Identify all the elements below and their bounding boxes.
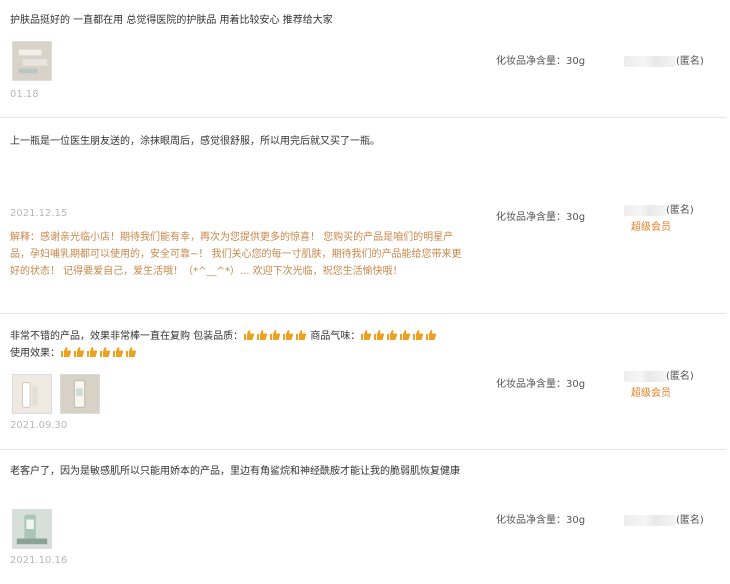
review-item: 老客户了，因为是敏感肌所以只能用娇本的产品，里边有角鲨烷和神经酰胺才能让我的脆弱… xyxy=(0,449,726,584)
thumbs-up-icon xyxy=(100,347,111,357)
review-date: 01.18 xyxy=(10,89,39,100)
packaging-rating xyxy=(243,329,307,341)
reviewer-name: (匿名) xyxy=(624,52,704,67)
review-photos xyxy=(12,41,52,81)
reviewer-name: (匿名) xyxy=(624,201,694,216)
thumbs-up-icon xyxy=(400,330,411,340)
review-text: 护肤品挺好的 一直都在用 总觉得医院的护肤品 用着比较安心 推荐给大家 xyxy=(10,15,333,26)
thumbs-up-icon xyxy=(87,347,98,357)
thumbs-up-icon xyxy=(374,330,385,340)
thumbs-up-icon xyxy=(387,330,398,340)
review-text: 非常不错的产品，效果非常棒一直在复购 包装品质： 商品气味： 使用效果： xyxy=(10,328,480,362)
review-date: 2021.12.15 xyxy=(10,208,68,219)
masked-username xyxy=(624,55,676,67)
masked-username xyxy=(624,514,676,526)
product-spec: 化妆品净含量：30g xyxy=(496,212,586,223)
review-photos xyxy=(12,509,52,549)
vip-badge: 超级会员 xyxy=(631,388,671,399)
masked-username xyxy=(624,204,666,216)
thumbs-up-icon xyxy=(296,330,307,340)
product-spec: 化妆品净含量：30g xyxy=(496,56,586,67)
review-text: 老客户了，因为是敏感肌所以只能用娇本的产品，里边有角鲨烷和神经酰胺才能让我的脆弱… xyxy=(10,466,460,477)
thumbs-up-icon xyxy=(244,330,255,340)
effect-rating xyxy=(60,346,137,358)
vip-badge: 超级会员 xyxy=(631,222,671,233)
thumbs-up-icon xyxy=(113,347,124,357)
thumbs-up-icon xyxy=(426,330,437,340)
thumbs-up-icon xyxy=(61,347,72,357)
review-photo[interactable] xyxy=(12,374,52,414)
review-photo[interactable] xyxy=(12,41,52,81)
review-item: 上一瓶是一位医生朋友送的，涂抹眼周后，感觉很舒服，所以用完后就又买了一瓶。 20… xyxy=(0,117,726,314)
masked-username xyxy=(624,370,666,382)
seller-reply: 解释：感谢亲光临小店！期待我们能有幸，再次为您提供更多的惊喜！ 您购买的产品是咱… xyxy=(10,232,462,277)
review-date: 2021.10.16 xyxy=(10,555,68,566)
thumbs-up-icon xyxy=(413,330,424,340)
review-text: 上一瓶是一位医生朋友送的，涂抹眼周后，感觉很舒服，所以用完后就又买了一瓶。 xyxy=(10,136,380,147)
review-date: 2021.09.30 xyxy=(10,420,68,431)
reviewer-name: (匿名) xyxy=(624,511,704,526)
thumbs-up-icon xyxy=(283,330,294,340)
product-spec: 化妆品净含量：30g xyxy=(496,379,586,390)
thumbs-up-icon xyxy=(74,347,85,357)
review-photo[interactable] xyxy=(60,374,100,414)
scent-rating xyxy=(360,329,437,341)
thumbs-up-icon xyxy=(126,347,137,357)
review-item: 护肤品挺好的 一直都在用 总觉得医院的护肤品 用着比较安心 推荐给大家 01.1… xyxy=(0,0,726,118)
review-photo[interactable] xyxy=(12,509,52,549)
reviewer-name: (匿名) xyxy=(624,367,694,382)
thumbs-up-icon xyxy=(361,330,372,340)
thumbs-up-icon xyxy=(257,330,268,340)
thumbs-up-icon xyxy=(270,330,281,340)
product-spec: 化妆品净含量：30g xyxy=(496,515,586,526)
review-photos xyxy=(12,374,100,414)
review-item: 非常不错的产品，效果非常棒一直在复购 包装品质： 商品气味： 使用效果： 202… xyxy=(0,313,726,450)
